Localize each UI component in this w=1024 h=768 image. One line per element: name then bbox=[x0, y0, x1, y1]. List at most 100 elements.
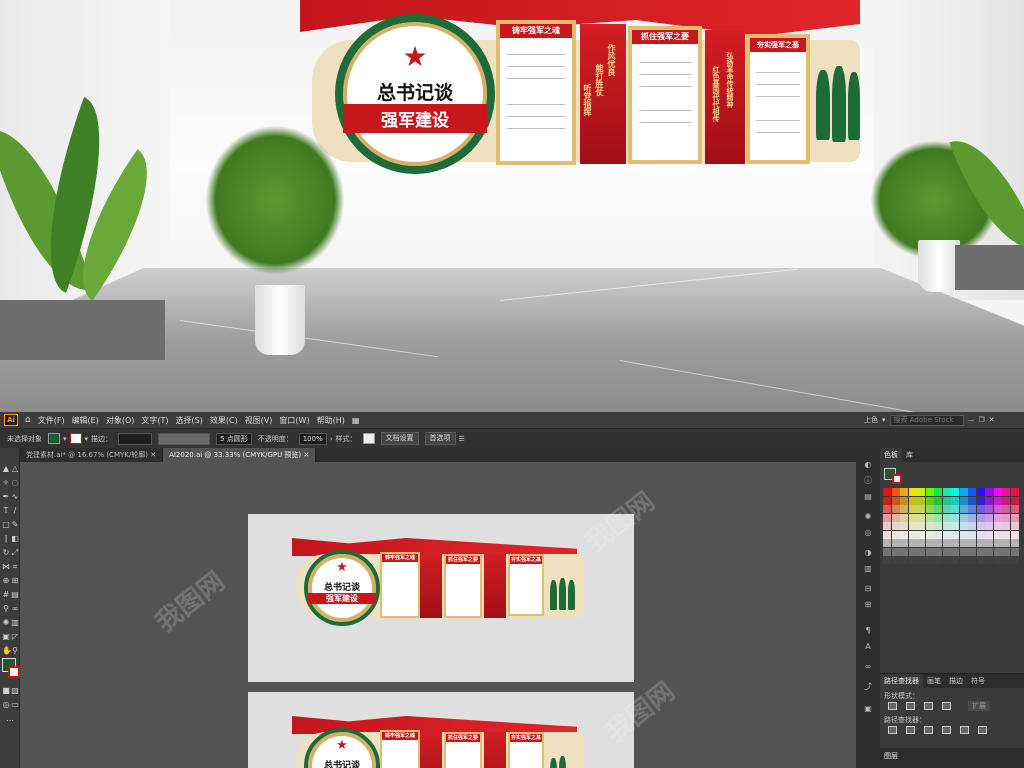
perspective-grid-tool-icon[interactable]: ⊞ bbox=[11, 576, 19, 585]
color-swatch[interactable] bbox=[908, 522, 917, 530]
color-swatch[interactable] bbox=[985, 522, 993, 530]
menu-select[interactable]: 选择(S) bbox=[176, 415, 203, 426]
eraser-tool-icon[interactable]: ◧ bbox=[11, 534, 19, 543]
menu-edit[interactable]: 编辑(E) bbox=[72, 415, 99, 426]
close-icon[interactable]: ✕ bbox=[989, 416, 995, 424]
color-swatch[interactable] bbox=[959, 496, 968, 505]
color-swatch[interactable] bbox=[993, 556, 1002, 564]
color-swatch[interactable] bbox=[1010, 556, 1019, 564]
color-swatch[interactable] bbox=[917, 547, 925, 556]
color-swatch[interactable] bbox=[942, 488, 951, 496]
color-swatch[interactable] bbox=[934, 522, 942, 530]
color-swatch[interactable] bbox=[959, 505, 968, 513]
fill-swatch[interactable] bbox=[48, 433, 60, 444]
more-tools-icon[interactable]: ⋯ bbox=[6, 716, 14, 725]
current-stroke-swatch[interactable] bbox=[892, 474, 902, 484]
graphic-style-swatch[interactable] bbox=[362, 433, 375, 444]
stroke-swatch[interactable] bbox=[69, 433, 82, 444]
color-swatch[interactable] bbox=[891, 547, 900, 556]
color-swatch[interactable] bbox=[934, 547, 942, 556]
color-swatch[interactable] bbox=[883, 547, 891, 556]
scale-tool-icon[interactable]: ⤢ bbox=[11, 548, 19, 557]
color-swatch[interactable] bbox=[908, 556, 917, 564]
chevron-down-icon[interactable]: ▾ bbox=[882, 416, 886, 424]
minimize-icon[interactable]: — bbox=[968, 416, 975, 424]
divide-icon[interactable] bbox=[888, 726, 897, 734]
color-swatch[interactable] bbox=[934, 496, 942, 505]
color-swatch[interactable] bbox=[993, 513, 1002, 522]
color-swatch[interactable] bbox=[959, 488, 968, 496]
preferences-button[interactable]: 首选项 bbox=[424, 432, 456, 445]
stroke-weight-field[interactable] bbox=[118, 432, 153, 445]
expand-button[interactable]: 扩展 bbox=[968, 701, 990, 711]
slice-tool-icon[interactable]: ◸ bbox=[11, 632, 19, 641]
minus-front-icon[interactable] bbox=[906, 702, 915, 710]
color-swatch[interactable] bbox=[1002, 513, 1010, 522]
color-swatch[interactable] bbox=[976, 522, 985, 530]
color-swatch[interactable] bbox=[883, 488, 891, 496]
color-swatch[interactable] bbox=[993, 530, 1002, 539]
color-swatch[interactable] bbox=[976, 539, 985, 547]
color-swatch[interactable] bbox=[900, 539, 908, 547]
color-swatch[interactable] bbox=[934, 505, 942, 513]
color-swatch[interactable] bbox=[908, 496, 917, 505]
color-swatch[interactable] bbox=[951, 505, 959, 513]
tab-layers[interactable]: 图层 bbox=[880, 748, 1024, 768]
symbol-sprayer-tool-icon[interactable]: ✺ bbox=[2, 618, 10, 627]
color-swatch[interactable] bbox=[968, 488, 976, 496]
zoom-tool-icon[interactable]: ⚲ bbox=[11, 646, 19, 655]
tab-stroke[interactable]: 描边 bbox=[945, 674, 967, 688]
color-swatch[interactable] bbox=[1002, 530, 1010, 539]
color-swatch[interactable] bbox=[942, 513, 951, 522]
color-swatch[interactable] bbox=[925, 505, 934, 513]
color-swatch[interactable] bbox=[942, 556, 951, 564]
stock-search-input[interactable]: 搜索 Adobe Stock bbox=[889, 414, 964, 426]
color-swatch[interactable] bbox=[976, 513, 985, 522]
color-swatch[interactable] bbox=[959, 522, 968, 530]
screen-mode-icon[interactable]: ▭ bbox=[11, 700, 19, 709]
magic-wand-tool-icon[interactable]: ✧ bbox=[2, 478, 10, 487]
color-swatch[interactable] bbox=[942, 539, 951, 547]
color-swatch[interactable] bbox=[976, 530, 985, 539]
draw-mode-icon[interactable]: ◎ bbox=[2, 700, 10, 709]
rotate-tool-icon[interactable]: ↻ bbox=[2, 548, 10, 557]
color-swatch[interactable] bbox=[925, 513, 934, 522]
color-swatch[interactable] bbox=[900, 530, 908, 539]
color-swatch[interactable] bbox=[993, 539, 1002, 547]
color-swatch[interactable] bbox=[985, 496, 993, 505]
color-swatch[interactable] bbox=[985, 547, 993, 556]
artboard-1[interactable]: ★ 总书记谈 强军建设 铸牢强军之魂 抓住强军之要 夯实强军之基 bbox=[248, 514, 634, 682]
color-swatch[interactable] bbox=[976, 547, 985, 556]
menu-object[interactable]: 对象(O) bbox=[106, 415, 135, 426]
trim-icon[interactable] bbox=[906, 726, 915, 734]
tab-library[interactable]: 库 bbox=[902, 448, 917, 462]
color-swatch[interactable] bbox=[1010, 539, 1019, 547]
color-swatch[interactable] bbox=[968, 513, 976, 522]
intersect-icon[interactable] bbox=[924, 702, 933, 710]
color-swatch[interactable] bbox=[883, 505, 891, 513]
menu-help[interactable]: 帮助(H) bbox=[317, 415, 345, 426]
color-swatch[interactable] bbox=[883, 496, 891, 505]
color-swatch[interactable] bbox=[891, 505, 900, 513]
menu-window[interactable]: 窗口(W) bbox=[279, 415, 309, 426]
close-icon[interactable]: ✕ bbox=[150, 451, 156, 459]
graph-tool-icon[interactable]: ▥ bbox=[11, 618, 19, 627]
canvas-area[interactable]: ★ 总书记谈 强军建设 铸牢强军之魂 抓住强军之要 夯实强军之基 ★ 总书记谈 … bbox=[20, 462, 856, 768]
color-swatch[interactable] bbox=[891, 496, 900, 505]
curvature-tool-icon[interactable]: ∿ bbox=[11, 492, 19, 501]
asset-export-icon[interactable]: ⤴ bbox=[863, 682, 873, 692]
paragraph-panel-icon[interactable]: ¶ bbox=[863, 626, 873, 636]
color-swatch[interactable] bbox=[1010, 547, 1019, 556]
pencil-tool-icon[interactable]: ✎ bbox=[11, 520, 19, 529]
color-swatch[interactable] bbox=[934, 513, 942, 522]
color-swatch[interactable] bbox=[942, 496, 951, 505]
pen-tool-icon[interactable]: ✒ bbox=[2, 492, 10, 501]
outline-icon[interactable] bbox=[960, 726, 969, 734]
color-swatch[interactable] bbox=[993, 547, 1002, 556]
menu-effect[interactable]: 效果(C) bbox=[210, 415, 238, 426]
color-swatch[interactable] bbox=[917, 496, 925, 505]
color-swatch[interactable] bbox=[900, 488, 908, 496]
color-swatch[interactable] bbox=[900, 556, 908, 564]
color-swatch[interactable] bbox=[1002, 496, 1010, 505]
color-swatch[interactable] bbox=[917, 488, 925, 496]
